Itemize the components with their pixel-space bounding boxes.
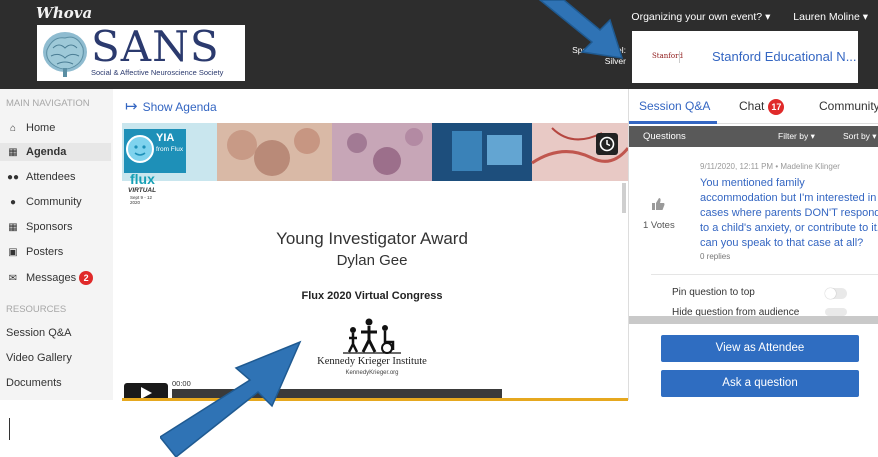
home-icon: ⌂ xyxy=(9,123,17,134)
filter-dropdown[interactable]: Filter by ▾ xyxy=(778,131,815,142)
arrow-right-icon: ↦ xyxy=(125,98,138,115)
vimeo-logo[interactable]: vimeo xyxy=(578,383,618,399)
horizontal-scrollbar[interactable] xyxy=(629,316,878,324)
tab-label: Chat xyxy=(739,99,765,113)
toggle-knob xyxy=(825,288,836,299)
tab-session-qa[interactable]: Session Q&A xyxy=(639,99,710,113)
event-logo: SANS Social & Affective Neuroscience Soc… xyxy=(37,25,245,81)
sidebar-item-label: Home xyxy=(26,122,56,134)
right-panel-tabs: Session Q&A Chat 17 Community xyxy=(629,89,878,124)
yia-from: from Flux xyxy=(156,146,184,153)
family-figures-icon xyxy=(343,318,401,354)
video-player[interactable]: YIA from Flux flux VIRTUAL Sept 9 - 12 20… xyxy=(122,123,628,400)
flux-virtual: VIRTUAL xyxy=(128,187,157,194)
questions-header: Questions Filter by ▾ Sort by ▾ xyxy=(629,126,878,147)
active-tab-indicator xyxy=(629,121,717,124)
sidebar-item-messages[interactable]: ✉ Messages 2 xyxy=(6,269,94,287)
chat-bubbles-icon: ● xyxy=(9,197,17,208)
sidebar-item-label: Attendees xyxy=(26,171,76,183)
questions-heading: Questions xyxy=(643,131,686,142)
sponsor-banner[interactable]: Stanford Stanford Educational N... xyxy=(632,31,858,83)
calendar-icon: ▦ xyxy=(8,147,18,158)
whova-logo[interactable]: Whova xyxy=(36,4,92,22)
user-menu[interactable]: Lauren Moline ▾ xyxy=(793,11,868,23)
poster-icon: ▣ xyxy=(8,247,18,258)
sidebar: MAIN NAVIGATION ⌂ Home ▦ Agenda ●● Attendee… xyxy=(0,89,113,400)
chat-badge: 17 xyxy=(768,99,785,115)
divider xyxy=(651,274,878,275)
award-title: Young Investigator Award xyxy=(276,229,468,248)
users-icon: ●● xyxy=(6,172,20,183)
clock-icon xyxy=(599,136,615,152)
sponsor-level-value: Silver xyxy=(604,56,626,66)
envelope-icon: ✉ xyxy=(8,273,18,284)
watch-later-button[interactable] xyxy=(596,133,618,155)
sidebar-item-agenda[interactable]: ▦ Agenda xyxy=(0,143,111,161)
fullscreen-icon[interactable]: ⤢ xyxy=(550,385,558,396)
volume-icon[interactable]: ▂▃▅ xyxy=(512,385,535,396)
sponsor-institute-name: Kennedy Krieger Institute xyxy=(317,356,427,367)
question-replies[interactable]: 0 replies xyxy=(700,252,730,261)
view-as-attendee-button[interactable]: View as Attendee xyxy=(661,335,859,362)
ask-question-button[interactable]: Ask a question xyxy=(661,370,859,397)
sidebar-item-video-gallery[interactable]: Video Gallery xyxy=(6,349,72,367)
settings-icon[interactable]: ⚙ xyxy=(538,385,547,396)
messages-badge: 2 xyxy=(79,271,94,285)
logo-subtitle: Social & Affective Neuroscience Society xyxy=(91,68,224,77)
top-links: Organizing your own event? ▾ Lauren Moli… xyxy=(611,11,868,23)
sidebar-item-sponsors[interactable]: ▦ Sponsors xyxy=(6,218,72,236)
building-icon: ▦ xyxy=(8,222,18,233)
question-meta: 9/11/2020, 12:11 PM • Madeline Klinger xyxy=(700,162,840,171)
sidebar-item-home[interactable]: ⌂ Home xyxy=(6,119,55,137)
sidebar-item-community[interactable]: ● Community xyxy=(6,193,82,211)
sidebar-item-label: Agenda xyxy=(26,146,67,158)
top-header: Whova SANS Social & Affective Neuroscien… xyxy=(0,0,878,89)
yia-tag: YIA xyxy=(156,132,175,144)
sidebar-item-attendees[interactable]: ●● Attendees xyxy=(6,168,76,186)
resources-heading: RESOURCES xyxy=(6,304,67,315)
tab-community[interactable]: Community xyxy=(819,99,878,113)
sidebar-item-label: Community xyxy=(26,196,82,208)
video-banner-image xyxy=(122,123,628,181)
playback-time: 00:00 xyxy=(172,379,191,388)
sidebar-item-session-qa[interactable]: Session Q&A xyxy=(6,324,71,342)
sponsor-name[interactable]: Stanford Educational N... xyxy=(712,49,857,64)
congress-title: Flux 2020 Virtual Congress xyxy=(301,290,443,302)
flux-logo: flux xyxy=(130,171,155,187)
sponsor-level-label: Sponsor level: xyxy=(572,45,626,55)
brain-logo-icon xyxy=(43,32,87,77)
show-agenda-link[interactable]: ↦ Show Agenda xyxy=(125,97,217,115)
question-text: You mentioned family accommodation but I… xyxy=(700,177,878,249)
hide-question-toggle[interactable] xyxy=(825,308,847,316)
sidebar-item-label: Posters xyxy=(26,246,64,258)
vote-count: 1 Votes xyxy=(643,220,675,231)
video-bottom-bar xyxy=(122,398,628,401)
right-panel: Session Q&A Chat 17 Community Questions F… xyxy=(628,89,878,400)
video-scrollbar[interactable] xyxy=(622,183,626,213)
progress-bar[interactable] xyxy=(172,389,502,398)
text-cursor xyxy=(9,418,10,440)
sponsor-institute-url: KennedyKrieger.org xyxy=(345,370,399,376)
sort-dropdown[interactable]: Sort by ▾ xyxy=(843,131,877,142)
thumbs-up-icon[interactable] xyxy=(651,197,665,211)
pin-question-label: Pin question to top xyxy=(672,287,755,298)
sidebar-item-label: Sponsors xyxy=(26,221,73,233)
show-agenda-label: Show Agenda xyxy=(142,100,217,114)
tab-chat[interactable]: Chat 17 xyxy=(739,99,785,115)
main-navigation-heading: MAIN NAVIGATION xyxy=(6,98,90,109)
flux-dates: Sept 9 - 12 2020 xyxy=(130,195,153,205)
logo-title: SANS xyxy=(91,25,220,71)
organizing-event-link[interactable]: Organizing your own event? ▾ xyxy=(631,11,770,23)
player-control-icons: ▂▃▅ ⚙ ⤢ xyxy=(512,385,558,396)
pin-question-toggle[interactable] xyxy=(825,288,847,299)
awardee-name: Dylan Gee xyxy=(336,252,408,269)
sponsor-logo-divider xyxy=(679,51,692,63)
sponsor-level: Sponsor level: Silver xyxy=(560,45,626,67)
sidebar-item-posters[interactable]: ▣ Posters xyxy=(6,243,63,261)
sidebar-item-documents[interactable]: Documents xyxy=(6,374,62,392)
sidebar-item-label: Messages xyxy=(26,272,77,284)
